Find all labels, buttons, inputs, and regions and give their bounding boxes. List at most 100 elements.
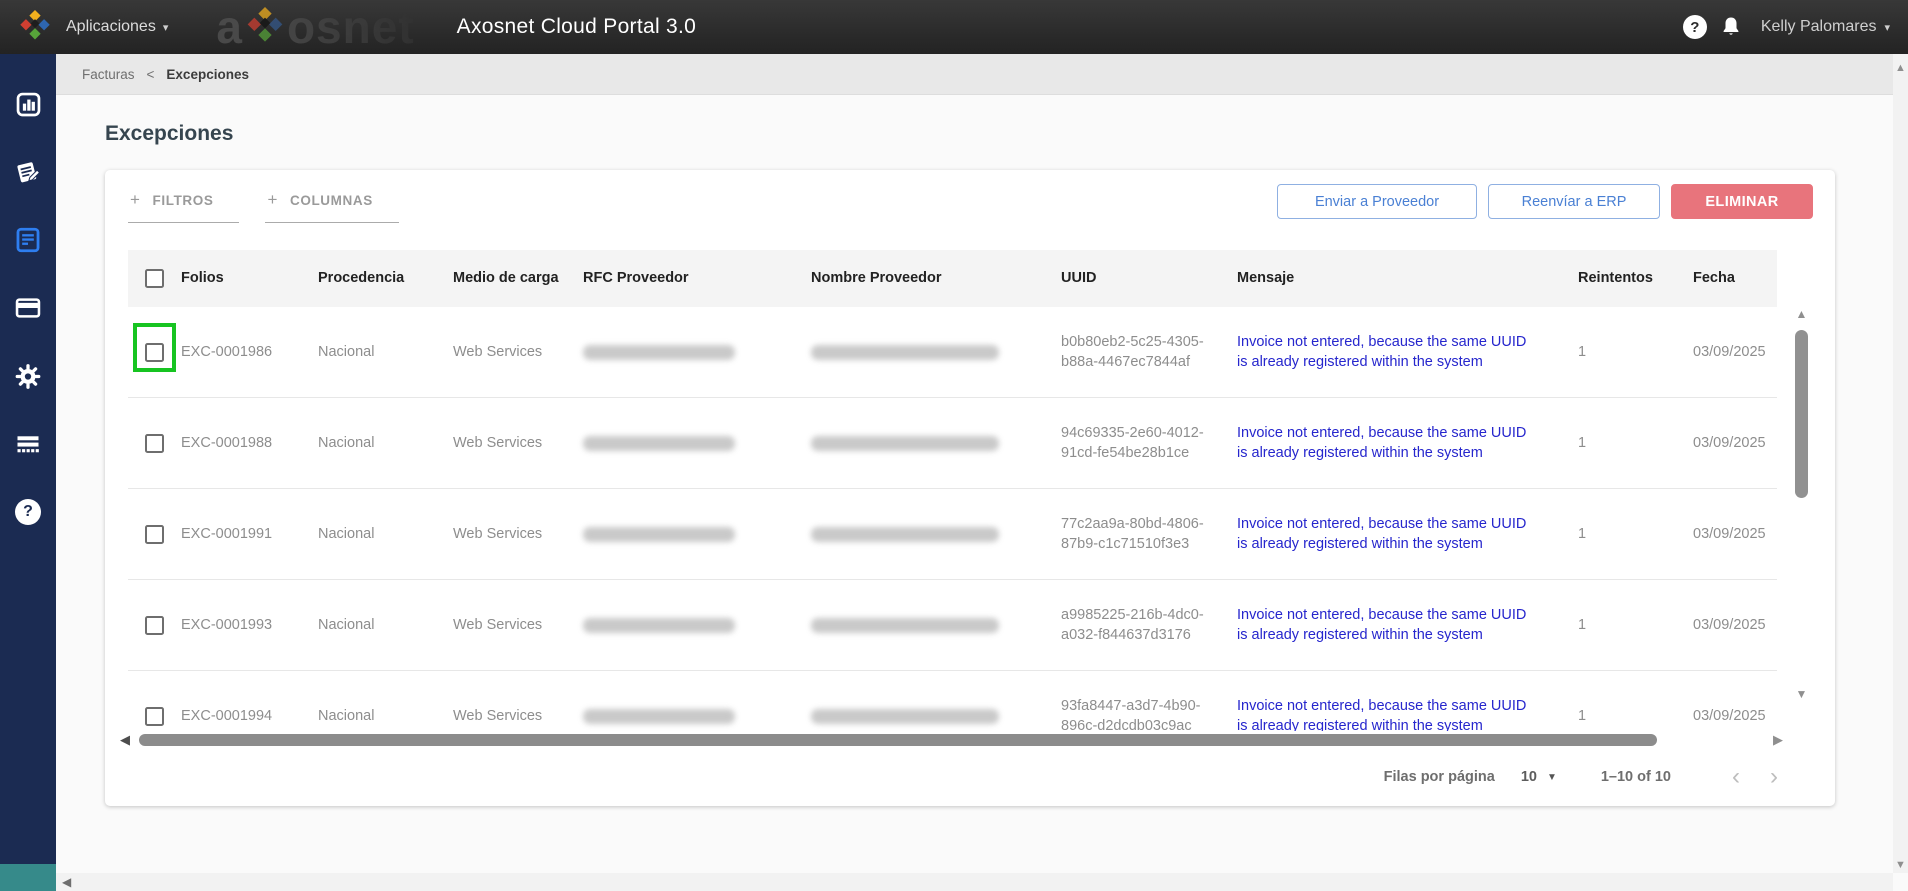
previous-page-button[interactable]: ‹ xyxy=(1717,763,1755,791)
table-grid-icon xyxy=(17,436,39,453)
row-checkbox[interactable] xyxy=(145,524,164,544)
table-row: EXC-0001988 Nacional Web Services 94c693… xyxy=(128,398,1777,489)
horizontal-scrollbar-thumb[interactable] xyxy=(139,733,1657,746)
mensaje-value: Invoice not entered, because the same UU… xyxy=(1237,333,1527,370)
uuid-value: b0b80eb2-5c25-4305-b88a-4467ec7844af xyxy=(1061,333,1204,370)
table-vertical-scrollbar[interactable]: ▲ ▼ xyxy=(1794,308,1809,700)
procedencia-value: Nacional xyxy=(318,707,375,724)
axosnet-logo-watermark-icon xyxy=(247,7,283,42)
column-header-rfc: RFC Proveedor xyxy=(583,270,689,287)
sidebar-item-dashboard[interactable] xyxy=(14,90,42,118)
scroll-left-icon[interactable]: ◀ xyxy=(120,733,130,746)
bar-chart-icon xyxy=(16,92,40,116)
uuid-value: 93fa8447-a3d7-4b90-896c-d2dcdb03c9ac xyxy=(1061,697,1201,731)
column-header-nombre: Nombre Proveedor xyxy=(811,270,942,287)
user-menu[interactable]: Kelly Palomares ▾ xyxy=(1761,18,1890,36)
folio-value: EXC-0001994 xyxy=(181,707,273,724)
sidebar-item-catalogs[interactable] xyxy=(14,430,42,458)
scrollbar-corner xyxy=(0,864,56,891)
document-lines-icon xyxy=(16,227,40,253)
uuid-value: 94c69335-2e60-4012-91cd-fe54be28b1ce xyxy=(1061,424,1204,461)
rows-per-page-select[interactable]: 10 ▼ xyxy=(1521,769,1557,785)
fecha-value: 03/09/2025 xyxy=(1693,707,1766,724)
breadcrumb-parent[interactable]: Facturas xyxy=(82,67,135,82)
column-header-reintentos: Reintentos xyxy=(1578,270,1653,287)
scroll-down-icon[interactable]: ▼ xyxy=(1895,859,1906,871)
table-horizontal-scrollbar[interactable]: ◀ ▶ xyxy=(105,731,1835,748)
reintentos-value: 1 xyxy=(1578,707,1587,724)
mensaje-value: Invoice not entered, because the same UU… xyxy=(1237,606,1527,643)
medio-value: Web Services xyxy=(453,434,543,451)
fecha-value: 03/09/2025 xyxy=(1693,343,1766,360)
delete-button[interactable]: ELIMINAR xyxy=(1671,184,1813,219)
page-vertical-scrollbar[interactable]: ▲ ▼ xyxy=(1893,54,1908,873)
send-to-provider-button[interactable]: Enviar a Proveedor xyxy=(1277,184,1477,219)
reintentos-value: 1 xyxy=(1578,525,1587,542)
reintentos-value: 1 xyxy=(1578,343,1587,360)
medio-value: Web Services xyxy=(453,525,543,542)
scroll-up-icon[interactable]: ▲ xyxy=(1895,62,1906,74)
axosnet-logo-icon xyxy=(20,10,50,40)
breadcrumb-current: Excepciones xyxy=(166,66,249,82)
portal-title: Axosnet Cloud Portal 3.0 xyxy=(456,15,697,38)
sidebar-item-help[interactable]: ? xyxy=(14,498,42,526)
nombre-redacted-value xyxy=(811,708,999,724)
procedencia-value: Nacional xyxy=(318,434,375,451)
column-header-mensaje: Mensaje xyxy=(1237,270,1295,287)
help-icon[interactable]: ? xyxy=(1682,15,1707,39)
sidebar-item-payments[interactable] xyxy=(14,294,42,322)
user-name: Kelly Palomares xyxy=(1760,18,1877,35)
plus-icon: + xyxy=(130,190,141,209)
breadcrumb-separator: < xyxy=(146,66,155,82)
filters-toggle[interactable]: + FILTROS xyxy=(128,190,240,223)
scroll-left-icon[interactable]: ◀ xyxy=(62,875,71,889)
sidebar-item-settings[interactable] xyxy=(14,362,42,390)
columns-toggle[interactable]: + COLUMNAS xyxy=(265,190,399,223)
fecha-value: 03/09/2025 xyxy=(1693,525,1766,542)
watermark-prefix: a xyxy=(216,1,243,53)
next-page-button[interactable]: › xyxy=(1755,763,1793,791)
fecha-value: 03/09/2025 xyxy=(1693,616,1766,633)
breadcrumb: Facturas < Excepciones xyxy=(56,54,1908,95)
column-header-folios: Folios xyxy=(181,270,224,287)
row-checkbox[interactable] xyxy=(145,433,164,453)
axosnet-portal-page: Aplicaciones ▾ a osnet Axosnet Cloud Por… xyxy=(0,0,1908,891)
pagination-range: 1–10 of 10 xyxy=(1600,769,1671,785)
gear-icon xyxy=(15,363,41,389)
folio-value: EXC-0001993 xyxy=(181,616,273,633)
table-row: EXC-0001986 Nacional Web Services b0b80e… xyxy=(128,307,1777,398)
brand-watermark: a osnet xyxy=(216,0,414,54)
folio-value: EXC-0001986 xyxy=(181,343,273,360)
notifications-bell-icon[interactable] xyxy=(1719,15,1743,39)
row-checkbox[interactable] xyxy=(145,706,164,726)
uuid-value: 77c2aa9a-80bd-4806-87b9-c1c71510f3e3 xyxy=(1061,515,1204,552)
chevron-down-icon: ▾ xyxy=(162,21,169,34)
applications-menu[interactable]: Aplicaciones ▾ xyxy=(66,18,168,36)
scroll-down-icon[interactable]: ▼ xyxy=(1796,688,1808,700)
sidebar-item-documents-active[interactable] xyxy=(14,226,42,254)
procedencia-value: Nacional xyxy=(318,525,375,542)
rfc-redacted-value xyxy=(583,617,735,633)
question-mark-glyph: ? xyxy=(1690,18,1700,36)
fecha-value: 03/09/2025 xyxy=(1693,434,1766,451)
resend-to-erp-button[interactable]: Reenvíar a ERP xyxy=(1488,184,1660,219)
sidebar-item-capture[interactable] xyxy=(14,158,42,186)
sidebar: ? xyxy=(0,54,56,891)
chevron-down-icon: ▾ xyxy=(1884,21,1890,34)
question-circle-icon: ? xyxy=(15,499,41,525)
uuid-value: a9985225-216b-4dc0-a032-f844637d3176 xyxy=(1061,606,1204,643)
medio-value: Web Services xyxy=(453,343,543,360)
select-all-checkbox[interactable] xyxy=(145,269,164,288)
reintentos-value: 1 xyxy=(1578,434,1587,451)
card-toolbar: + FILTROS + COLUMNAS Enviar a Proveedor … xyxy=(105,170,1835,236)
page-horizontal-scrollbar[interactable]: ◀ xyxy=(0,873,1893,891)
scroll-right-icon[interactable]: ▶ xyxy=(1773,733,1783,746)
table-row: EXC-0001993 Nacional Web Services a99852… xyxy=(128,580,1777,671)
rows-per-page-label: Filas por página xyxy=(1383,769,1495,785)
mensaje-value: Invoice not entered, because the same UU… xyxy=(1237,424,1527,461)
column-header-uuid: UUID xyxy=(1061,270,1097,287)
vertical-scrollbar-thumb[interactable] xyxy=(1795,330,1808,498)
row-checkbox[interactable] xyxy=(145,615,164,635)
column-header-medio: Medio de carga xyxy=(453,270,559,287)
scroll-up-icon[interactable]: ▲ xyxy=(1796,308,1808,320)
